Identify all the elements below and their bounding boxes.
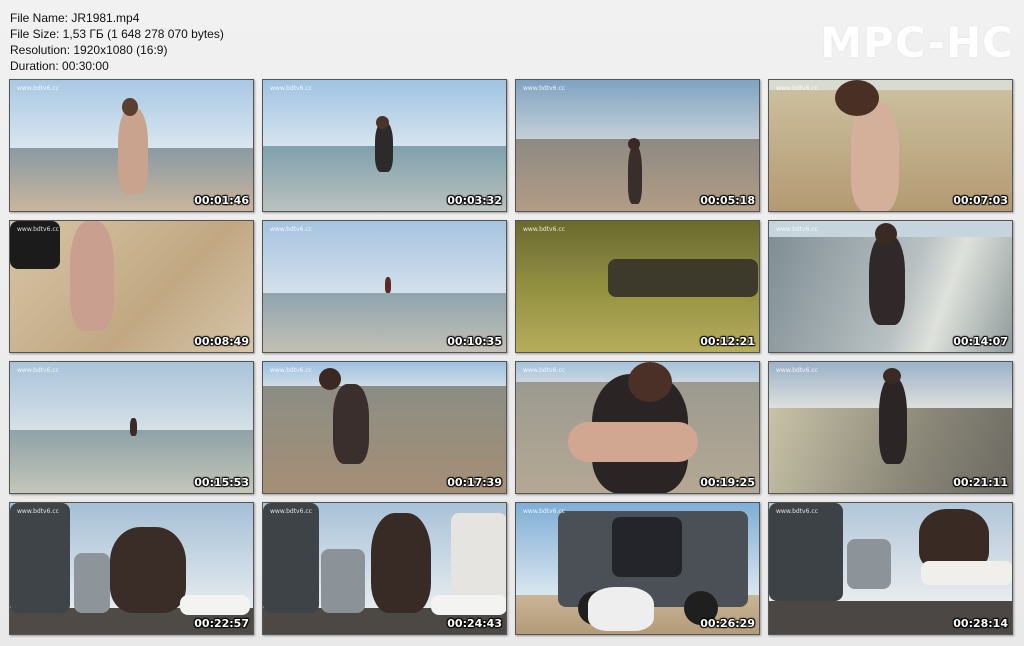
- file-info-panel: File Name: JR1981.mp4 File Size: 1,53 ГБ…: [10, 10, 224, 74]
- timestamp: 00:26:29: [700, 617, 755, 630]
- watermark: www.bdtv6.cc: [270, 85, 312, 92]
- timestamp: 00:21:11: [953, 476, 1008, 489]
- thumbnail[interactable]: www.bdtv6.cc 00:17:39: [262, 361, 507, 494]
- watermark: www.bdtv6.cc: [776, 508, 818, 515]
- thumbnail[interactable]: www.bdtv6.cc 00:10:35: [262, 220, 507, 353]
- watermark: www.bdtv6.cc: [523, 85, 565, 92]
- watermark: www.bdtv6.cc: [523, 226, 565, 233]
- watermark: www.bdtv6.cc: [776, 367, 818, 374]
- thumbnail[interactable]: www.bdtv6.cc 00:07:03: [768, 79, 1013, 212]
- file-name: File Name: JR1981.mp4: [10, 11, 140, 25]
- watermark: www.bdtv6.cc: [17, 367, 59, 374]
- timestamp: 00:22:57: [194, 617, 249, 630]
- watermark: www.bdtv6.cc: [523, 508, 565, 515]
- thumbnail[interactable]: www.bdtv6.cc 00:22:57: [9, 502, 254, 635]
- thumbnail[interactable]: www.bdtv6.cc 00:19:25: [515, 361, 760, 494]
- timestamp: 00:10:35: [447, 335, 502, 348]
- thumbnail[interactable]: www.bdtv6.cc 00:24:43: [262, 502, 507, 635]
- watermark: www.bdtv6.cc: [270, 367, 312, 374]
- timestamp: 00:08:49: [194, 335, 249, 348]
- timestamp: 00:17:39: [447, 476, 502, 489]
- watermark: www.bdtv6.cc: [17, 85, 59, 92]
- timestamp: 00:28:14: [953, 617, 1008, 630]
- duration: Duration: 00:30:00: [10, 59, 109, 73]
- watermark: www.bdtv6.cc: [17, 508, 59, 515]
- timestamp: 00:14:07: [953, 335, 1008, 348]
- watermark: www.bdtv6.cc: [270, 508, 312, 515]
- thumbnail[interactable]: www.bdtv6.cc 00:03:32: [262, 79, 507, 212]
- timestamp: 00:19:25: [700, 476, 755, 489]
- timestamp: 00:15:53: [194, 476, 249, 489]
- watermark: www.bdtv6.cc: [776, 85, 818, 92]
- watermark: www.bdtv6.cc: [17, 226, 59, 233]
- timestamp: 00:12:21: [700, 335, 755, 348]
- watermark: www.bdtv6.cc: [523, 367, 565, 374]
- resolution: Resolution: 1920x1080 (16:9): [10, 43, 168, 57]
- thumbnail[interactable]: www.bdtv6.cc 00:14:07: [768, 220, 1013, 353]
- timestamp: 00:05:18: [700, 194, 755, 207]
- timestamp: 00:03:32: [447, 194, 502, 207]
- watermark: www.bdtv6.cc: [270, 226, 312, 233]
- thumbnail[interactable]: www.bdtv6.cc 00:15:53: [9, 361, 254, 494]
- thumbnail-grid: www.bdtv6.cc 00:01:46 www.bdtv6.cc 00:03…: [9, 79, 1013, 635]
- thumbnail[interactable]: www.bdtv6.cc 00:12:21: [515, 220, 760, 353]
- thumbnail[interactable]: www.bdtv6.cc 00:01:46: [9, 79, 254, 212]
- thumbnail[interactable]: www.bdtv6.cc 00:21:11: [768, 361, 1013, 494]
- timestamp: 00:24:43: [447, 617, 502, 630]
- thumbnail[interactable]: www.bdtv6.cc 00:26:29: [515, 502, 760, 635]
- thumbnail[interactable]: www.bdtv6.cc 00:28:14: [768, 502, 1013, 635]
- thumbnail[interactable]: www.bdtv6.cc 00:08:49: [9, 220, 254, 353]
- mpc-hc-logo: MPC-HC: [820, 18, 1014, 67]
- file-size: File Size: 1,53 ГБ (1 648 278 070 bytes): [10, 27, 224, 41]
- thumbnail[interactable]: www.bdtv6.cc 00:05:18: [515, 79, 760, 212]
- watermark: www.bdtv6.cc: [776, 226, 818, 233]
- timestamp: 00:07:03: [953, 194, 1008, 207]
- timestamp: 00:01:46: [194, 194, 249, 207]
